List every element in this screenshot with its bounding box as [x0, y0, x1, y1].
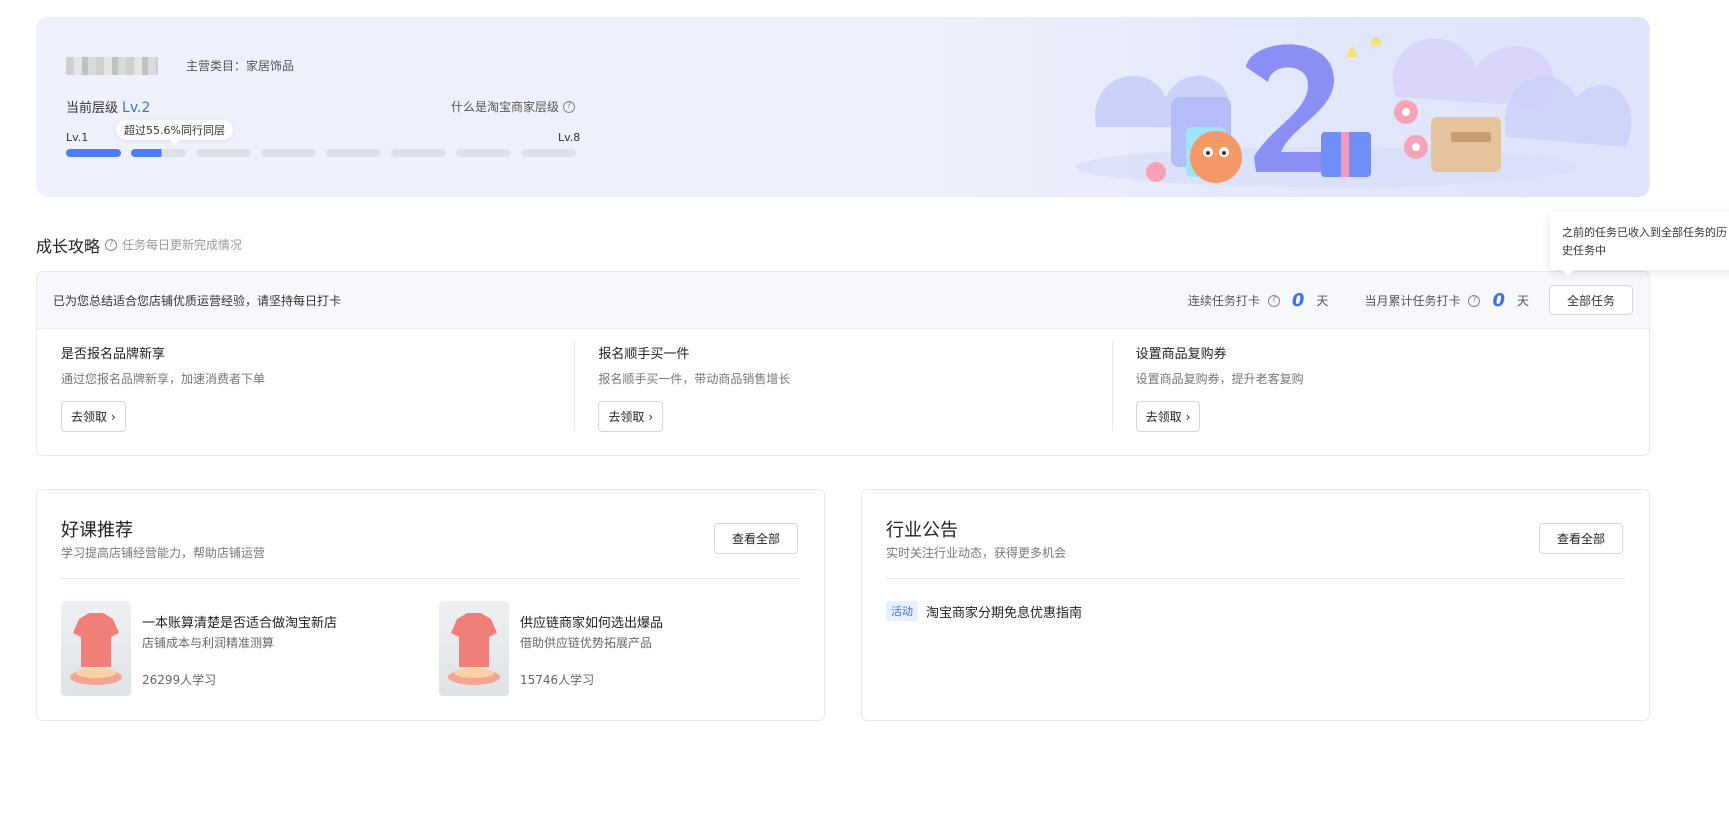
- claim-button[interactable]: 去领取 ›: [61, 401, 126, 432]
- level-end-label: Lv.8: [558, 131, 581, 144]
- help-icon[interactable]: ?: [1267, 294, 1280, 307]
- current-level-label: 当前层级: [66, 101, 119, 116]
- task-panel-intro: 已为您总结适合您店铺优质运营经验，请坚持每日打卡: [53, 293, 342, 308]
- progress-segment: [391, 149, 446, 157]
- shop-name-blurred: [66, 57, 158, 75]
- notice-tag: 活动: [886, 601, 918, 621]
- task-desc: 通过您报名品牌新享，加速消费者下单: [61, 372, 266, 386]
- popover-text: 之前的任务已收入到全部任务的历史任务中: [1562, 226, 1727, 257]
- month-checkin-label: 当月累计任务打卡: [1364, 294, 1461, 308]
- task-panel: 已为您总结适合您店铺优质运营经验，请坚持每日打卡 连续任务打卡 ? 0 天 当月…: [36, 271, 1650, 456]
- industry-notices-card: 行业公告 实时关注行业动态，获得更多机会 查看全部 活动 淘宝商家分期免息优惠指…: [861, 489, 1650, 721]
- course-desc: 借助供应链优势拓展产品: [520, 636, 653, 650]
- courses-title: 好课推荐: [61, 520, 133, 541]
- help-icon[interactable]: ?: [105, 238, 117, 251]
- merchant-level-banner: 主营类目：家居饰品 当前层级 Lv.2 什么是淘宝商家层级 ? Lv.1 Lv.8…: [36, 17, 1650, 197]
- course-title: 一本账算清楚是否适合做淘宝新店: [142, 616, 338, 631]
- month-checkin-value: 0: [1492, 290, 1505, 311]
- task-item: 设置商品复购券 设置商品复购券，提升老客复购 去领取 ›: [1111, 341, 1649, 432]
- course-item[interactable]: 供应链商家如何选出爆品 借助供应链优势拓展产品 15746人学习: [439, 601, 779, 696]
- current-level: 当前层级 Lv.2: [66, 97, 150, 116]
- claim-button[interactable]: 去领取 ›: [1135, 401, 1201, 432]
- all-tasks-button[interactable]: 全部任务: [1549, 285, 1633, 315]
- claim-button-label: 去领取: [1145, 410, 1182, 424]
- page-root: 主营类目：家居饰品 当前层级 Lv.2 什么是淘宝商家层级 ? Lv.1 Lv.8…: [0, 0, 1729, 821]
- progress-segment: [66, 149, 121, 157]
- month-checkin-unit: 天: [1516, 294, 1529, 308]
- progress-segment: [196, 149, 251, 157]
- progress-segment: [131, 149, 186, 157]
- current-level-value: Lv.2: [122, 100, 151, 116]
- what-is-level-text: 什么是淘宝商家层级: [451, 100, 560, 114]
- help-icon[interactable]: ?: [1468, 294, 1481, 307]
- task-panel-header: 已为您总结适合您店铺优质运营经验，请坚持每日打卡 连续任务打卡 ? 0 天 当月…: [37, 272, 1649, 329]
- course-title: 供应链商家如何选出爆品: [520, 616, 664, 631]
- help-icon: ?: [563, 100, 576, 113]
- level-start-label: Lv.1: [66, 131, 89, 144]
- history-tasks-popover: 之前的任务已收入到全部任务的历史任务中 ›: [1550, 212, 1729, 276]
- course-thumbnail: [61, 601, 131, 696]
- growth-strategy-subtitle: ? 任务每日更新完成情况: [105, 236, 242, 253]
- task-desc: 设置商品复购券，提升老客复购: [1135, 372, 1304, 386]
- streak-unit: 天: [1316, 294, 1329, 308]
- task-title: 是否报名品牌新享: [61, 347, 166, 362]
- chevron-right-icon: ›: [648, 409, 654, 424]
- claim-button-label: 去领取: [71, 410, 108, 424]
- chevron-right-icon: ›: [111, 409, 116, 424]
- notices-view-all-button[interactable]: 查看全部: [1539, 523, 1623, 554]
- main-category: 主营类目：家居饰品: [186, 59, 295, 73]
- notice-text: 淘宝商家分期免息优惠指南: [926, 605, 1083, 621]
- progress-segment: [521, 149, 576, 157]
- claim-button-label: 去领取: [608, 410, 645, 424]
- task-item: 报名顺手买一件 报名顺手买一件，带动商品销售增长 去领取 ›: [574, 341, 1111, 432]
- claim-button[interactable]: 去领取 ›: [598, 401, 664, 432]
- task-desc: 报名顺手买一件，带动商品销售增长: [598, 372, 791, 386]
- notices-subtitle: 实时关注行业动态，获得更多机会: [886, 546, 1067, 560]
- level-progress-bar: [66, 149, 576, 157]
- course-learner-count: 26299人学习: [142, 673, 217, 687]
- notices-title: 行业公告: [886, 520, 958, 541]
- progress-segment: [456, 149, 511, 157]
- progress-segment: [261, 149, 316, 157]
- divider: [886, 578, 1625, 579]
- tshirt-icon: [448, 613, 500, 685]
- divider: [61, 578, 800, 579]
- recommended-courses-card: 好课推荐 学习提高店铺经营能力，帮助店铺运营 查看全部 一本账算清楚是否适合做淘…: [36, 489, 825, 721]
- level-2-illustration: [1076, 37, 1632, 187]
- courses-subtitle: 学习提高店铺经营能力，帮助店铺运营: [61, 546, 266, 560]
- growth-subtitle-text: 任务每日更新完成情况: [122, 238, 243, 252]
- task-title: 设置商品复购券: [1135, 347, 1227, 362]
- streak-label: 连续任务打卡: [1187, 294, 1260, 308]
- course-thumbnail: [439, 601, 509, 696]
- course-learner-count: 15746人学习: [520, 673, 595, 687]
- task-list: 是否报名品牌新享 通过您报名品牌新享，加速消费者下单 去领取 › 报名顺手买一件 …: [37, 329, 1649, 432]
- notice-item[interactable]: 活动 淘宝商家分期免息优惠指南: [886, 601, 1082, 621]
- task-title: 报名顺手买一件: [598, 347, 690, 362]
- beat-peers-tip: 超过55.6%同行同层: [116, 120, 233, 145]
- courses-view-all-button[interactable]: 查看全部: [714, 523, 798, 554]
- streak-value: 0: [1291, 290, 1305, 311]
- progress-segment: [326, 149, 381, 157]
- growth-strategy-title: 成长攻略: [36, 237, 101, 256]
- course-item[interactable]: 一本账算清楚是否适合做淘宝新店 店铺成本与利润精准测算 26299人学习: [61, 601, 401, 696]
- chevron-right-icon: ›: [1185, 409, 1191, 424]
- tshirt-icon: [70, 613, 122, 685]
- what-is-level-link[interactable]: 什么是淘宝商家层级 ?: [451, 98, 576, 115]
- task-item: 是否报名品牌新享 通过您报名品牌新享，加速消费者下单 去领取 ›: [37, 341, 574, 432]
- course-desc: 店铺成本与利润精准测算: [142, 636, 275, 650]
- checkin-stats: 连续任务打卡 ? 0 天 当月累计任务打卡 ? 0 天: [1188, 272, 1529, 329]
